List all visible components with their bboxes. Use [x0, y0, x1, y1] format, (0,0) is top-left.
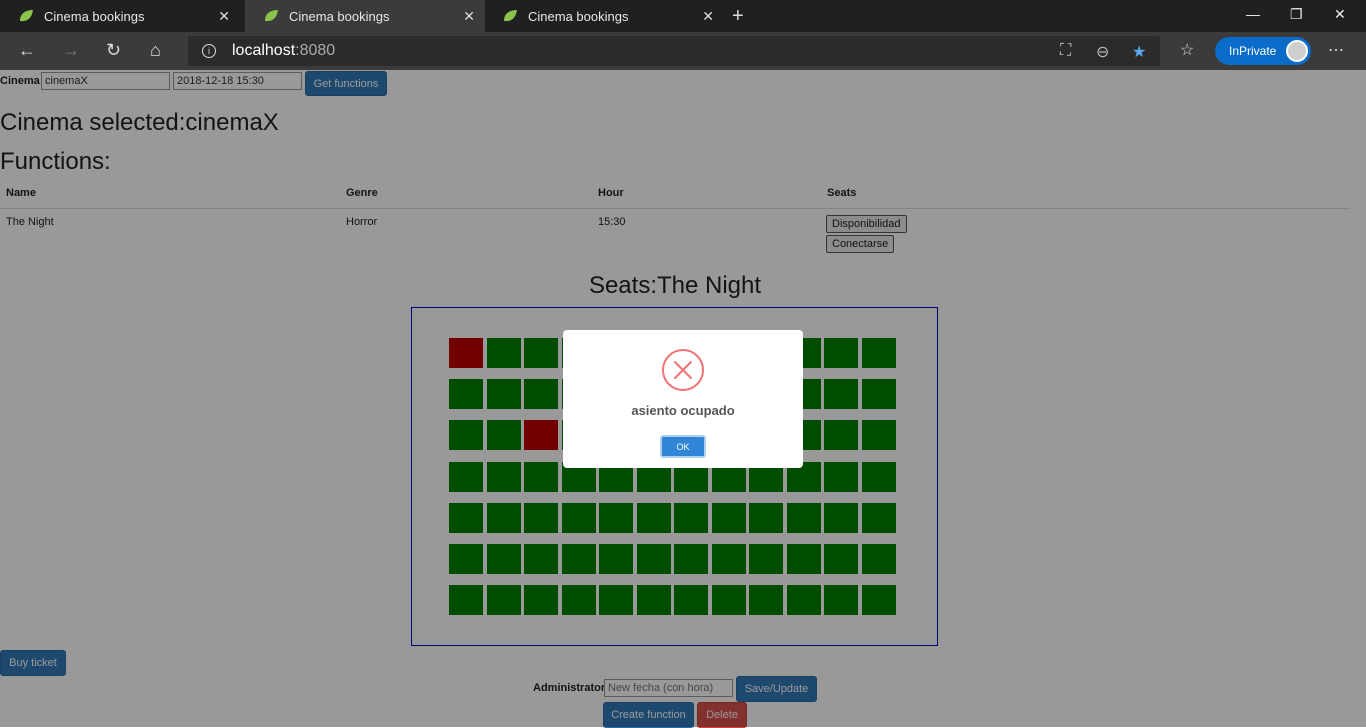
- browser-tab-1[interactable]: Cinema bookings ✕: [0, 0, 240, 32]
- translate-icon[interactable]: ⛶: [1060, 42, 1071, 60]
- error-x-icon: [662, 349, 704, 391]
- tab-close-icon[interactable]: ✕: [463, 8, 475, 25]
- close-window-icon[interactable]: ✕: [1334, 6, 1346, 23]
- browser-tab-3[interactable]: Cinema bookings ✕: [484, 0, 724, 32]
- favorite-star-icon[interactable]: ★: [1132, 42, 1146, 62]
- ok-button[interactable]: OK: [660, 435, 706, 458]
- favorites-list-icon[interactable]: ☆: [1180, 40, 1194, 60]
- address-bar[interactable]: i localhost:8080 ⛶ ⊖ ★: [188, 36, 1160, 66]
- refresh-icon[interactable]: ↻: [106, 40, 121, 61]
- spring-leaf-icon: [265, 10, 278, 22]
- browser-tab-bar: Cinema bookings ✕ Cinema bookings ✕ Cine…: [0, 0, 1366, 32]
- tab-title: Cinema bookings: [289, 8, 390, 24]
- browser-toolbar: ← → ↻ ⌂ i localhost:8080 ⛶ ⊖ ★ ☆ InPriva…: [0, 32, 1366, 70]
- back-icon[interactable]: ←: [18, 40, 36, 61]
- new-tab-icon[interactable]: +: [732, 5, 744, 28]
- modal-message: asiento ocupado: [631, 403, 735, 418]
- spring-leaf-icon: [20, 10, 33, 22]
- tab-title: Cinema bookings: [44, 8, 145, 24]
- inprivate-button[interactable]: InPrivate: [1215, 37, 1311, 65]
- restore-icon[interactable]: ❐: [1290, 6, 1303, 23]
- forward-icon[interactable]: →: [62, 40, 80, 61]
- spring-leaf-icon: [504, 10, 517, 22]
- url-text: localhost:8080: [232, 42, 336, 59]
- zoom-out-icon[interactable]: ⊖: [1096, 42, 1109, 62]
- minimize-icon[interactable]: —: [1246, 6, 1260, 22]
- tab-close-icon[interactable]: ✕: [218, 8, 230, 25]
- avatar: [1286, 40, 1308, 62]
- tab-close-icon[interactable]: ✕: [702, 8, 714, 25]
- more-options-icon[interactable]: ⋯: [1328, 40, 1345, 60]
- site-info-icon[interactable]: i: [202, 44, 216, 58]
- browser-tab-2[interactable]: Cinema bookings ✕: [245, 0, 485, 32]
- home-icon[interactable]: ⌂: [150, 40, 161, 61]
- tab-title: Cinema bookings: [528, 8, 629, 24]
- inprivate-label: InPrivate: [1229, 44, 1277, 58]
- alert-modal: asiento ocupado OK: [563, 330, 803, 468]
